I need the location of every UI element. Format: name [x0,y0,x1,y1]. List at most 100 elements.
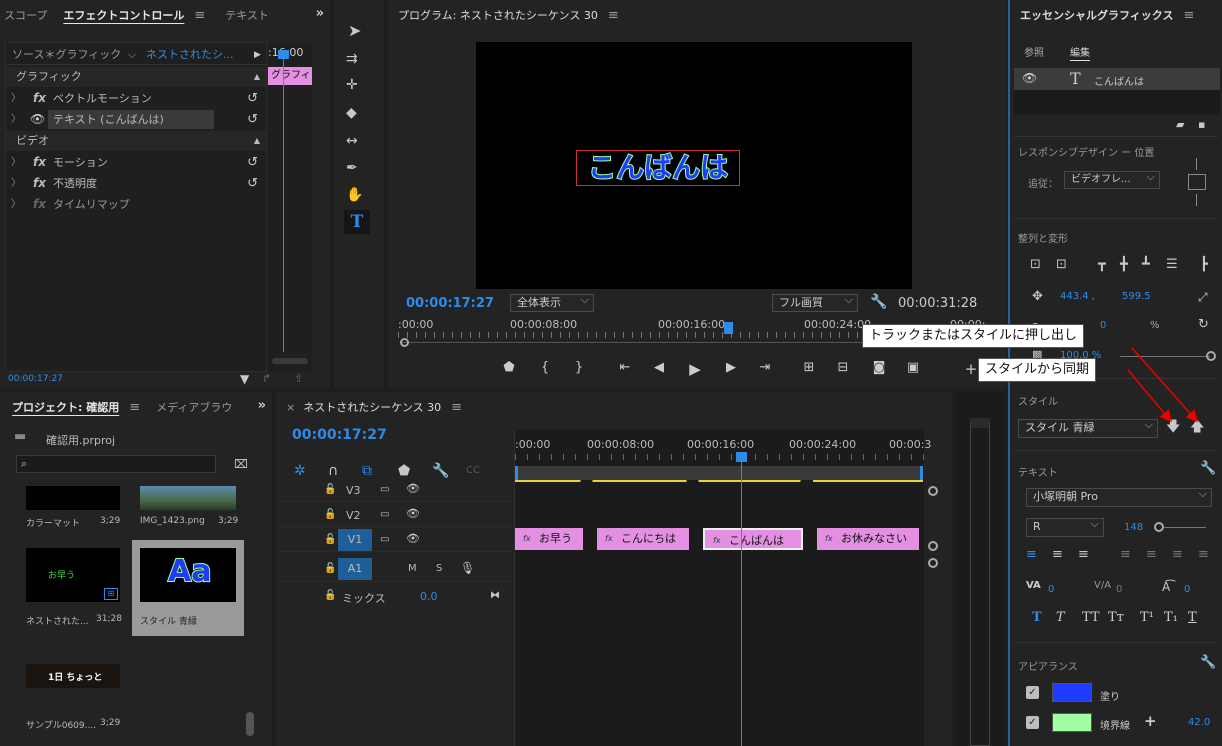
step-back-icon[interactable]: ◀ [650,360,668,375]
sync-from-style-icon[interactable]: 🡅 [1190,420,1204,434]
lock-icon[interactable]: 🔓 [324,508,336,522]
pos-x-value[interactable]: 443.4 , [1060,291,1095,302]
lock-icon[interactable]: 🔓 [324,533,336,547]
expand-icon[interactable]: 〉 [11,109,21,130]
play-only-icon[interactable]: ▶ [254,45,261,65]
eye-icon[interactable]: 👁 [30,109,45,130]
add-marker-icon[interactable]: ⬟ [398,464,410,478]
program-playhead-handle[interactable] [724,322,733,334]
more-tabs-chevron-icon[interactable]: » [316,6,324,21]
solo-button[interactable]: S [436,563,442,574]
pos-y-value[interactable]: 599.5 [1122,291,1151,302]
eg-tab-edit[interactable]: 編集 [1070,44,1090,59]
program-timecode[interactable]: 00:00:17:27 [406,296,494,311]
tab-project[interactable]: プロジェクト: 確認用 [0,399,127,415]
track-scroll-knob-video[interactable] [928,486,938,496]
collapse-up-icon[interactable]: ▲ [254,67,260,87]
underline-button[interactable]: T [1188,610,1197,625]
source-dropdown-icon[interactable]: ⌵ [128,45,136,65]
tracking-icon[interactable]: V/A [1094,580,1111,591]
source-label[interactable]: ソース＊グラフィック [12,45,121,65]
align-horizontal-center-icon[interactable]: ⊡ [1056,258,1067,272]
add-marker-icon[interactable]: ⬟ [500,360,518,375]
align-left-text-icon[interactable]: ≡ [1026,548,1037,562]
opacity-slider-track[interactable] [1120,356,1210,357]
fill-color-swatch[interactable] [1052,683,1092,702]
anchor-icon[interactable]: ⤢ [1198,290,1208,304]
panel-menu-icon[interactable]: ≡ [129,400,140,415]
snap-icon[interactable]: ∩ [328,464,338,478]
justify-left-icon[interactable]: ≡ [1120,548,1131,562]
eye-icon[interactable]: 👁 [406,532,420,546]
go-to-out-icon[interactable]: ⇥ [756,360,774,375]
wrench-icon[interactable]: 🔧 [870,295,887,309]
type-tool-icon[interactable]: T [344,210,370,234]
tab-effect-controls[interactable]: エフェクトコントロール [55,7,192,23]
kerning-icon[interactable]: VA [1026,580,1041,591]
reset-icon[interactable]: ↺ [247,109,258,130]
clip-oyasuminasai[interactable]: fx お休みなさい [817,528,919,550]
play-audio-icon[interactable]: ↱ [262,372,271,386]
mark-out-icon[interactable]: } [570,360,588,375]
timeline-settings-icon[interactable]: 🔧 [432,464,449,478]
reset-icon[interactable]: ↺ [247,173,258,194]
pen-tool-icon[interactable]: ✒ [346,161,358,175]
project-search-input[interactable]: ⌕ [16,455,216,473]
reset-icon[interactable]: ↺ [247,88,258,109]
lock-icon[interactable]: 🔓 [324,483,336,497]
new-bin-icon[interactable]: ⌧ [234,457,248,471]
razor-tool-icon[interactable]: ◆ [346,106,357,120]
timeline-timecode[interactable]: 00:00:17:27 [292,427,387,443]
eg-title[interactable]: エッセンシャルグラフィックス [1010,7,1181,23]
track-label[interactable]: A1 [338,558,372,580]
fx-icon[interactable]: fx [33,88,46,109]
tab-media-browser[interactable]: メディアブラウ [148,399,240,415]
fill-checkbox[interactable]: ✓ [1026,686,1039,699]
sequence-label[interactable]: ネストされたシ... [146,45,234,65]
extract-icon[interactable]: ⊟ [834,360,852,375]
thumb-color-matte[interactable] [26,486,120,510]
eg-tab-browse[interactable]: 参照 [1024,44,1044,59]
tab-text[interactable]: テキスト [217,7,277,23]
track-scroll-knob-audio[interactable] [928,558,938,568]
expand-icon[interactable]: 〉 [11,88,21,109]
track-label[interactable]: V1 [338,529,372,551]
ripple-edit-tool-icon[interactable]: ✛ [346,78,358,92]
timeline-playhead-handle[interactable] [736,452,747,462]
thumb-nested-sequence[interactable]: お早う ⊞ [26,548,120,602]
effect-row-time-remap[interactable]: 〉 fx タイムリマップ [6,194,266,215]
font-size-value[interactable]: 148 [1124,522,1143,533]
align-center-text-icon[interactable]: ≡ [1052,548,1063,562]
linked-selection-icon[interactable]: ⧉ [362,464,372,478]
tab-sequence[interactable]: ネストされたシーケンス 30 [303,399,449,415]
thumb-img-1423[interactable] [140,486,236,510]
program-video-frame[interactable]: こんばんは [476,42,912,289]
captions-icon[interactable]: CC [466,464,480,478]
thumb-sample[interactable]: 1日 ちょっと [26,664,120,688]
baseline-value[interactable]: 0 [1184,584,1190,595]
stroke-checkbox[interactable]: ✓ [1026,716,1039,729]
tab-scope[interactable]: スコープ [0,7,55,23]
track-label[interactable]: V2 [346,509,361,522]
faux-bold-button[interactable]: T [1032,610,1042,625]
panel-menu-icon[interactable]: ≡ [1183,8,1194,23]
align-top-icon[interactable]: ┳ [1098,258,1106,272]
effect-row-opacity[interactable]: 〉 fx 不透明度 ↺ [6,173,266,194]
effect-row-vector-motion[interactable]: 〉 fx ベクトルモーション ↺ [6,88,266,109]
eye-icon[interactable]: 👁 [406,482,420,496]
new-folder-icon[interactable]: ▰ [1176,118,1184,132]
pin-top[interactable] [1196,158,1197,170]
rotation-icon[interactable]: ↻ [1198,318,1209,332]
selection-tool-icon[interactable]: ➤ [348,23,361,39]
panel-menu-icon[interactable]: ≡ [194,8,205,23]
superscript-button[interactable]: T¹ [1140,610,1154,625]
effect-row-motion[interactable]: 〉 fx モーション ↺ [6,152,266,173]
lock-icon[interactable]: 🔓 [324,589,336,603]
clip-konnichiwa[interactable]: fx こんにちは [597,528,689,550]
reset-icon[interactable]: ↺ [247,152,258,173]
new-layer-icon[interactable]: ▪ [1198,118,1205,132]
all-caps-button[interactable]: TT [1082,610,1100,625]
eye-icon[interactable]: 👁 [406,507,420,521]
project-scrollbar[interactable] [246,712,254,736]
sync-lock-icon[interactable]: ▭ [380,533,389,547]
